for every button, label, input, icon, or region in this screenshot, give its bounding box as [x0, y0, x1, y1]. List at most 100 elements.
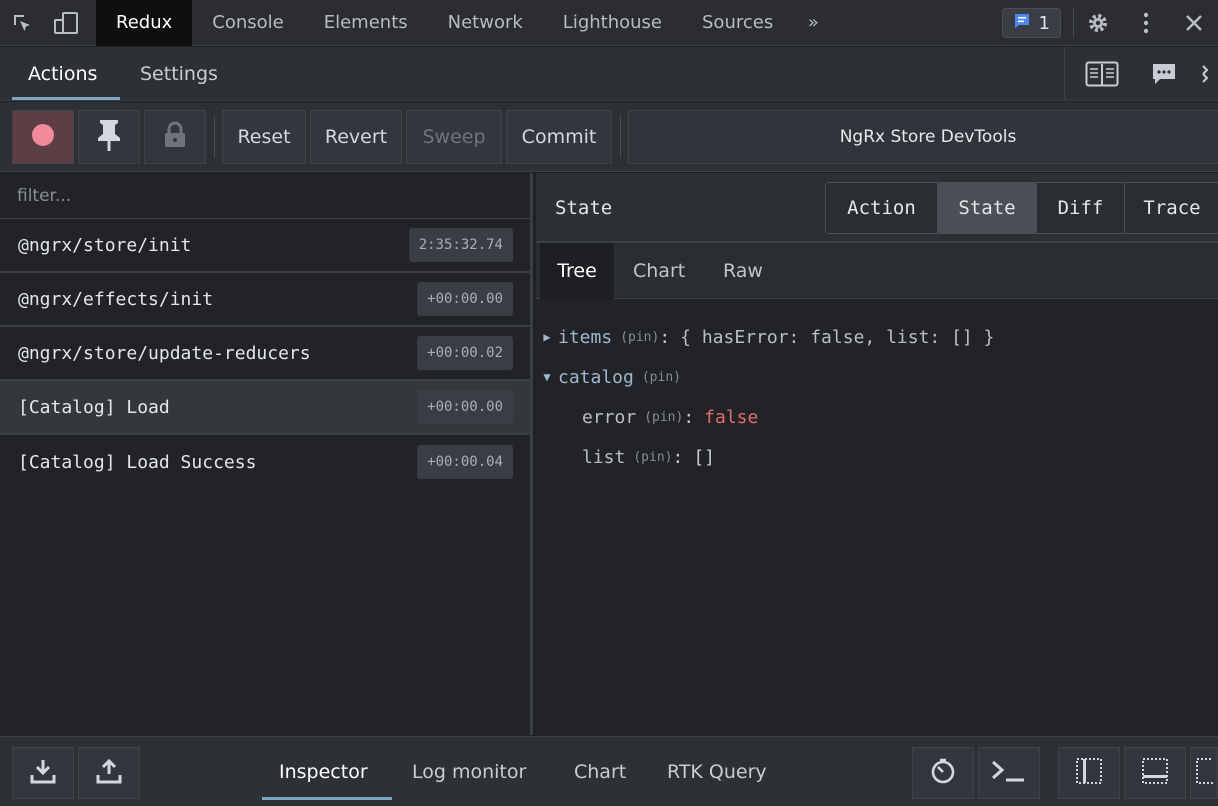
action-time-badge[interactable]: +00:00.04 [417, 445, 513, 479]
tree-colon: : [659, 326, 671, 348]
redux-panel-header: Actions Settings [0, 47, 1218, 101]
reset-button[interactable]: Reset [222, 110, 306, 164]
tab-sources[interactable]: Sources [682, 0, 793, 46]
close-icon[interactable] [1170, 0, 1218, 46]
dock-toggle-button[interactable] [1124, 747, 1186, 799]
overflow-icon[interactable] [1190, 47, 1218, 101]
device-toolbar-icon[interactable] [44, 0, 88, 46]
action-list-item[interactable]: @ngrx/store/update-reducers +00:00.02 [0, 327, 530, 381]
tab-tree[interactable]: Tree [540, 243, 614, 299]
lock-button[interactable] [144, 110, 206, 164]
view-trace-button[interactable]: Trace [1125, 183, 1218, 233]
state-tree: ▶ items (pin) : { hasError: false, list:… [536, 299, 1218, 477]
pin-link[interactable]: (pin) [644, 410, 683, 425]
tree-node-list[interactable]: list (pin) : [] [536, 437, 1218, 477]
divider [620, 116, 621, 158]
grid-left-icon [1075, 757, 1103, 789]
commit-button[interactable]: Commit [506, 110, 612, 164]
tab-redux[interactable]: Redux [96, 0, 193, 46]
filter-input[interactable] [0, 173, 530, 219]
monitor-inspector[interactable]: Inspector [279, 737, 368, 806]
tree-value-summary: { hasError: false, list: [] } [680, 326, 995, 348]
action-time-badge[interactable]: +00:00.02 [417, 336, 513, 370]
devtools-tab-bar: Redux Console Elements Network Lighthous… [0, 0, 1218, 46]
divider [214, 116, 215, 158]
dispatcher-button[interactable] [912, 747, 974, 799]
collapse-arrow-icon[interactable]: ▼ [536, 370, 558, 384]
action-time-badge[interactable]: +00:00.00 [417, 390, 513, 424]
monitor-bar: Inspector Log monitor Chart RTK Query [0, 736, 1218, 806]
timer-icon [929, 757, 957, 789]
chat-icon[interactable] [1138, 47, 1190, 101]
pin-link[interactable]: (pin) [633, 450, 672, 465]
tree-node-items[interactable]: ▶ items (pin) : { hasError: false, list:… [536, 317, 1218, 357]
inspector-title: State [555, 197, 613, 219]
action-list-item[interactable]: [Catalog] Load Success +00:00.04 [0, 435, 530, 489]
tab-network[interactable]: Network [428, 0, 543, 46]
more-tabs-icon[interactable]: » [793, 0, 833, 46]
gear-icon[interactable] [1074, 0, 1122, 46]
tree-colon: : [672, 446, 684, 468]
revert-button[interactable]: Revert [310, 110, 402, 164]
tree-key: catalog [558, 366, 634, 388]
action-time-badge[interactable]: +00:00.00 [417, 282, 513, 316]
record-button[interactable] [12, 110, 74, 164]
view-action-button[interactable]: Action [826, 183, 938, 233]
kebab-menu-icon[interactable] [1122, 0, 1170, 46]
message-icon [1013, 12, 1031, 35]
terminal-button[interactable] [978, 747, 1040, 799]
action-toolbar: Reset Revert Sweep Commit NgRx Store Dev… [0, 102, 1218, 172]
download-icon [29, 757, 57, 789]
pin-button[interactable] [78, 110, 140, 164]
active-monitor-indicator [262, 797, 392, 800]
tree-colon: : [683, 406, 695, 428]
action-name: [Catalog] Load Success [18, 451, 257, 473]
inspector-header: State Action State Diff Trace [536, 173, 1218, 243]
slider-toggle-button[interactable] [1058, 747, 1120, 799]
tab-console[interactable]: Console [192, 0, 303, 46]
tree-key: error [582, 406, 637, 428]
view-diff-button[interactable]: Diff [1037, 183, 1125, 233]
tab-raw[interactable]: Raw [723, 243, 763, 299]
grid-bottom-icon [1141, 757, 1169, 789]
issues-button[interactable]: 1 [1001, 8, 1061, 38]
record-icon [30, 122, 56, 153]
tab-elements[interactable]: Elements [304, 0, 428, 46]
pin-link[interactable]: (pin) [620, 330, 659, 345]
tab-lighthouse[interactable]: Lighthouse [543, 0, 682, 46]
active-tab-indicator [12, 97, 120, 100]
tree-value: false [704, 406, 759, 428]
action-list-item[interactable]: @ngrx/effects/init +00:00.00 [0, 273, 530, 327]
pin-link[interactable]: (pin) [642, 370, 681, 385]
tree-node-error[interactable]: error (pin) : false [536, 397, 1218, 437]
export-button[interactable] [78, 747, 140, 799]
pin-icon [95, 118, 123, 157]
sweep-button[interactable]: Sweep [406, 110, 502, 164]
tree-value: [] [693, 446, 716, 468]
monitor-log[interactable]: Log monitor [412, 737, 526, 806]
book-icon[interactable] [1064, 47, 1138, 101]
action-time-badge[interactable]: 2:35:32.74 [408, 228, 513, 262]
more-layout-button[interactable] [1190, 747, 1218, 799]
action-name: @ngrx/store/init [18, 234, 192, 256]
view-state-button[interactable]: State [938, 183, 1037, 233]
action-list-item-selected[interactable]: [Catalog] Load +00:00.00 [0, 381, 530, 435]
lock-icon [163, 121, 187, 154]
instance-title[interactable]: NgRx Store DevTools [628, 110, 1218, 164]
action-list-item[interactable]: @ngrx/store/init 2:35:32.74 [0, 219, 530, 273]
import-button[interactable] [12, 747, 74, 799]
tab-settings[interactable]: Settings [140, 47, 218, 101]
tab-chart[interactable]: Chart [633, 243, 685, 299]
action-name: @ngrx/store/update-reducers [18, 342, 311, 364]
monitor-rtk-query[interactable]: RTK Query [667, 737, 767, 806]
action-name: [Catalog] Load [18, 396, 170, 418]
tree-key: items [558, 326, 613, 348]
tree-node-catalog[interactable]: ▼ catalog (pin) [536, 357, 1218, 397]
issues-count: 1 [1038, 12, 1050, 34]
upload-icon [95, 757, 123, 789]
view-switcher: Action State Diff Trace [825, 182, 1218, 234]
expand-arrow-icon[interactable]: ▶ [536, 330, 558, 344]
inspect-element-icon[interactable] [0, 0, 44, 46]
monitor-chart[interactable]: Chart [574, 737, 626, 806]
tab-actions[interactable]: Actions [28, 47, 97, 101]
